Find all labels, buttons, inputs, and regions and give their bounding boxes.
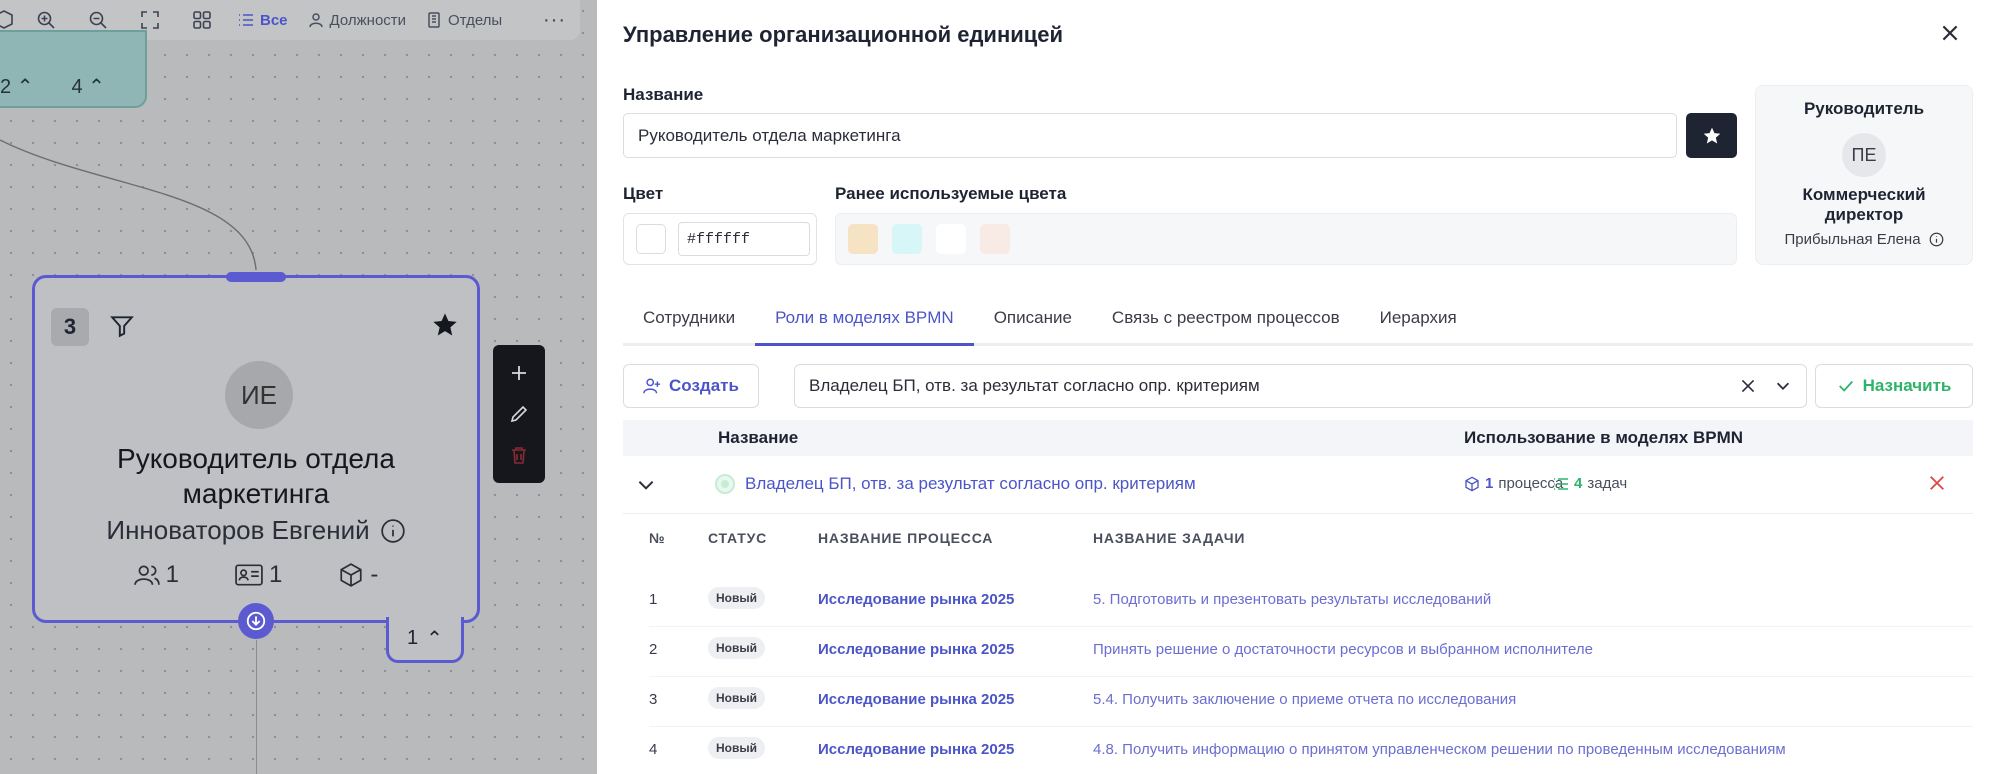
prev-color-swatch[interactable] (848, 224, 878, 254)
card-person: Инноваторов Евгений (35, 515, 477, 546)
process-link[interactable]: Исследование рынка 2025 (818, 591, 1014, 608)
col-name-header: Название (718, 428, 799, 447)
head-card[interactable]: Руководитель ПЕ Коммерческий директор Пр… (1755, 85, 1973, 265)
org-chart-canvas[interactable]: Все Должности Отделы ··· 2 ⌃ 4 ⌃ 3 ИЕ Ру… (0, 0, 597, 774)
info-icon[interactable] (380, 518, 406, 544)
prev-color-swatch[interactable] (980, 224, 1010, 254)
table-row: 1 Новый Исследование рынка 2025 5. Подго… (623, 575, 1973, 627)
row-number: 2 (649, 641, 658, 658)
row-number: 4 (649, 741, 658, 758)
prev-color-swatch[interactable] (892, 224, 922, 254)
org-unit-panel: Управление организационной единицей Назв… (597, 0, 1999, 774)
trash-icon[interactable] (509, 445, 529, 465)
row-number: 3 (649, 691, 658, 708)
head-person: Прибыльная Елена (1756, 231, 1972, 248)
color-label: Цвет (623, 184, 664, 203)
head-label: Руководитель (1803, 99, 1925, 118)
task-link[interactable]: 5. Подготовить и презентовать результаты… (1093, 591, 1491, 608)
status-badge: Новый (708, 687, 765, 709)
clear-icon[interactable] (1740, 378, 1756, 394)
chevron-down-icon[interactable] (635, 474, 657, 496)
close-icon[interactable] (1939, 22, 1961, 49)
color-hex-input[interactable]: #ffffff (678, 222, 810, 256)
connector-line-down (256, 640, 257, 774)
col-process-header: НАЗВАНИЕ ПРОЦЕССА (818, 530, 994, 546)
name-label: Название (623, 85, 704, 104)
process-link[interactable]: Исследование рынка 2025 (818, 741, 1014, 758)
info-icon[interactable] (1929, 232, 1944, 247)
tab-employees[interactable]: Сотрудники (623, 300, 755, 346)
cube-icon (340, 563, 362, 587)
delete-icon[interactable] (1928, 474, 1946, 492)
status-badge: Новый (708, 737, 765, 759)
position-card[interactable]: 3 ИЕ Руководитель отдела маркетинга Инно… (32, 275, 480, 623)
role-select[interactable]: Владелец БП, отв. за результат согласно … (794, 364, 1807, 408)
table-row: 4 Новый Исследование рынка 2025 4.8. Пол… (623, 725, 1973, 774)
tab-bpmn-roles[interactable]: Роли в моделях BPMN (755, 300, 974, 346)
role-name[interactable]: Владелец БП, отв. за результат согласно … (745, 474, 1196, 494)
tab-hierarchy[interactable]: Иерархия (1360, 300, 1477, 346)
head-role: Коммерческий директор (1802, 185, 1926, 224)
process-link[interactable]: Исследование рынка 2025 (818, 641, 1014, 658)
status-badge: Новый (708, 637, 765, 659)
card-title: Руководитель отдела маркетинга (117, 443, 395, 509)
assign-button[interactable]: Назначить (1815, 364, 1973, 408)
process-count[interactable]: 1 процесса (1464, 475, 1563, 492)
task-link[interactable]: 5.4. Получить заключение о приеме отчета… (1093, 691, 1516, 708)
favorite-button[interactable] (1686, 113, 1737, 158)
col-num-header: № (649, 530, 666, 546)
col-status-header: СТАТУС (708, 530, 768, 546)
cube-icon (1465, 476, 1479, 491)
roles-table-header: Название Использование в моделях BPMN (623, 420, 1973, 456)
id-card-icon (235, 564, 263, 586)
process-link[interactable]: Исследование рынка 2025 (818, 691, 1014, 708)
employees-stat: 1 (133, 561, 179, 589)
task-link[interactable]: Принять решение о достаточности ресурсов… (1093, 641, 1593, 658)
children-toggle[interactable]: 1 ⌃ (386, 617, 464, 663)
tab-description[interactable]: Описание (974, 300, 1092, 346)
table-row: 2 Новый Исследование рынка 2025 Принять … (623, 625, 1973, 677)
prev-color-swatch[interactable] (936, 224, 966, 254)
filter-icon[interactable] (109, 313, 135, 344)
row-number: 1 (649, 591, 658, 608)
card-level-badge: 3 (51, 308, 89, 346)
chevron-up-icon: ⌃ (426, 628, 443, 650)
status-badge: Новый (708, 587, 765, 609)
check-icon (1838, 380, 1853, 392)
avatar: ПЕ (1842, 133, 1886, 177)
col-task-header: НАЗВАНИЕ ЗАДАЧИ (1093, 530, 1246, 546)
processes-stat: - (338, 561, 378, 589)
task-count[interactable]: 4 задач (1553, 475, 1627, 492)
prev-colors-label: Ранее используемые цвета (835, 184, 1067, 203)
name-input[interactable]: Руководитель отдела маркетинга (623, 113, 1677, 158)
create-button[interactable]: Создать (623, 364, 759, 408)
role-select-value: Владелец БП, отв. за результат согласно … (809, 376, 1260, 395)
connection-handle[interactable] (226, 272, 286, 282)
panel-title: Управление организационной единицей (623, 22, 1064, 47)
task-link[interactable]: 4.8. Получить информацию о принятом упра… (1093, 741, 1786, 758)
add-user-icon (643, 378, 661, 394)
users-icon (133, 565, 160, 585)
table-row: 3 Новый Исследование рынка 2025 5.4. Пол… (623, 675, 1973, 727)
color-swatch[interactable] (636, 224, 666, 254)
star-icon[interactable] (431, 311, 459, 344)
node-actions-toolbar (493, 345, 545, 483)
expand-down-icon[interactable] (238, 603, 274, 639)
color-picker: #ffffff (623, 213, 817, 265)
tab-process-registry[interactable]: Связь с реестром процессов (1092, 300, 1360, 346)
star-icon (1703, 127, 1720, 143)
pencil-icon[interactable] (509, 404, 529, 424)
table-row[interactable]: Владелец БП, отв. за результат согласно … (623, 456, 1973, 514)
card-stats: 1 1 - (35, 561, 477, 589)
plus-icon[interactable] (509, 363, 529, 383)
col-usage-header: Использование в моделях BPMN (1464, 428, 1744, 447)
positions-stat: 1 (235, 561, 282, 589)
status-dot (715, 474, 735, 494)
chevron-down-icon[interactable] (1774, 377, 1792, 395)
previous-colors (835, 213, 1737, 265)
avatar: ИЕ (225, 361, 293, 429)
list-icon (1554, 477, 1568, 490)
tab-bar: Сотрудники Роли в моделях BPMN Описание … (623, 300, 1973, 346)
